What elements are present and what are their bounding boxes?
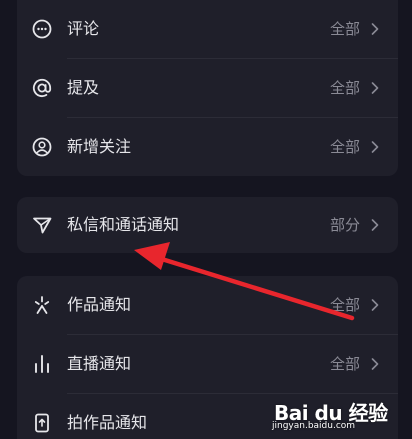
setting-value: 全部	[329, 79, 360, 97]
chevron-right-icon	[370, 141, 380, 153]
setting-value: 部分	[329, 216, 360, 234]
setting-label: 新增关注	[67, 137, 132, 156]
watermark: Bai du 经验 jingyan.baidu.com	[268, 397, 400, 433]
phone-upload-icon	[31, 412, 53, 434]
setting-label: 私信和通话通知	[67, 215, 180, 234]
setting-label: 直播通知	[67, 354, 132, 373]
setting-row-live-notifications[interactable]: 直播通知 全部	[17, 335, 398, 393]
setting-row-comments[interactable]: 评论 全部	[17, 0, 398, 58]
setting-row-dm-call-notifications[interactable]: 私信和通话通知 部分	[17, 196, 398, 254]
watermark-url: jingyan.baidu.com	[272, 421, 356, 431]
setting-value: 全部	[329, 355, 360, 373]
setting-label: 提及	[67, 78, 100, 97]
sparkle-icon	[31, 294, 53, 316]
chevron-right-icon	[370, 299, 380, 311]
settings-group-messages: 私信和通话通知 部分	[17, 197, 398, 253]
comment-icon	[31, 18, 53, 40]
setting-label: 作品通知	[67, 295, 132, 314]
bars-icon	[31, 353, 53, 375]
chevron-right-icon	[370, 23, 380, 35]
chevron-right-icon	[370, 219, 380, 231]
setting-value: 全部	[329, 20, 360, 38]
send-icon	[31, 214, 53, 236]
setting-value: 全部	[329, 296, 360, 314]
at-icon	[31, 77, 53, 99]
setting-row-works-notifications[interactable]: 作品通知 全部	[17, 276, 398, 334]
setting-value: 全部	[329, 138, 360, 156]
setting-row-mentions[interactable]: 提及 全部	[17, 59, 398, 117]
setting-label: 拍作品通知	[67, 413, 148, 432]
settings-group-interactions: 评论 全部 提及 全部 新增关注 全部	[17, 0, 398, 176]
chevron-right-icon	[370, 82, 380, 94]
chevron-right-icon	[370, 358, 380, 370]
notification-settings-page: 评论 全部 提及 全部 新增关注 全部 私信和通话通知 部分 作品通知 全部 直…	[0, 0, 412, 439]
user-follow-icon	[31, 136, 53, 158]
setting-label: 评论	[67, 19, 100, 38]
setting-row-new-followers[interactable]: 新增关注 全部	[17, 118, 398, 176]
